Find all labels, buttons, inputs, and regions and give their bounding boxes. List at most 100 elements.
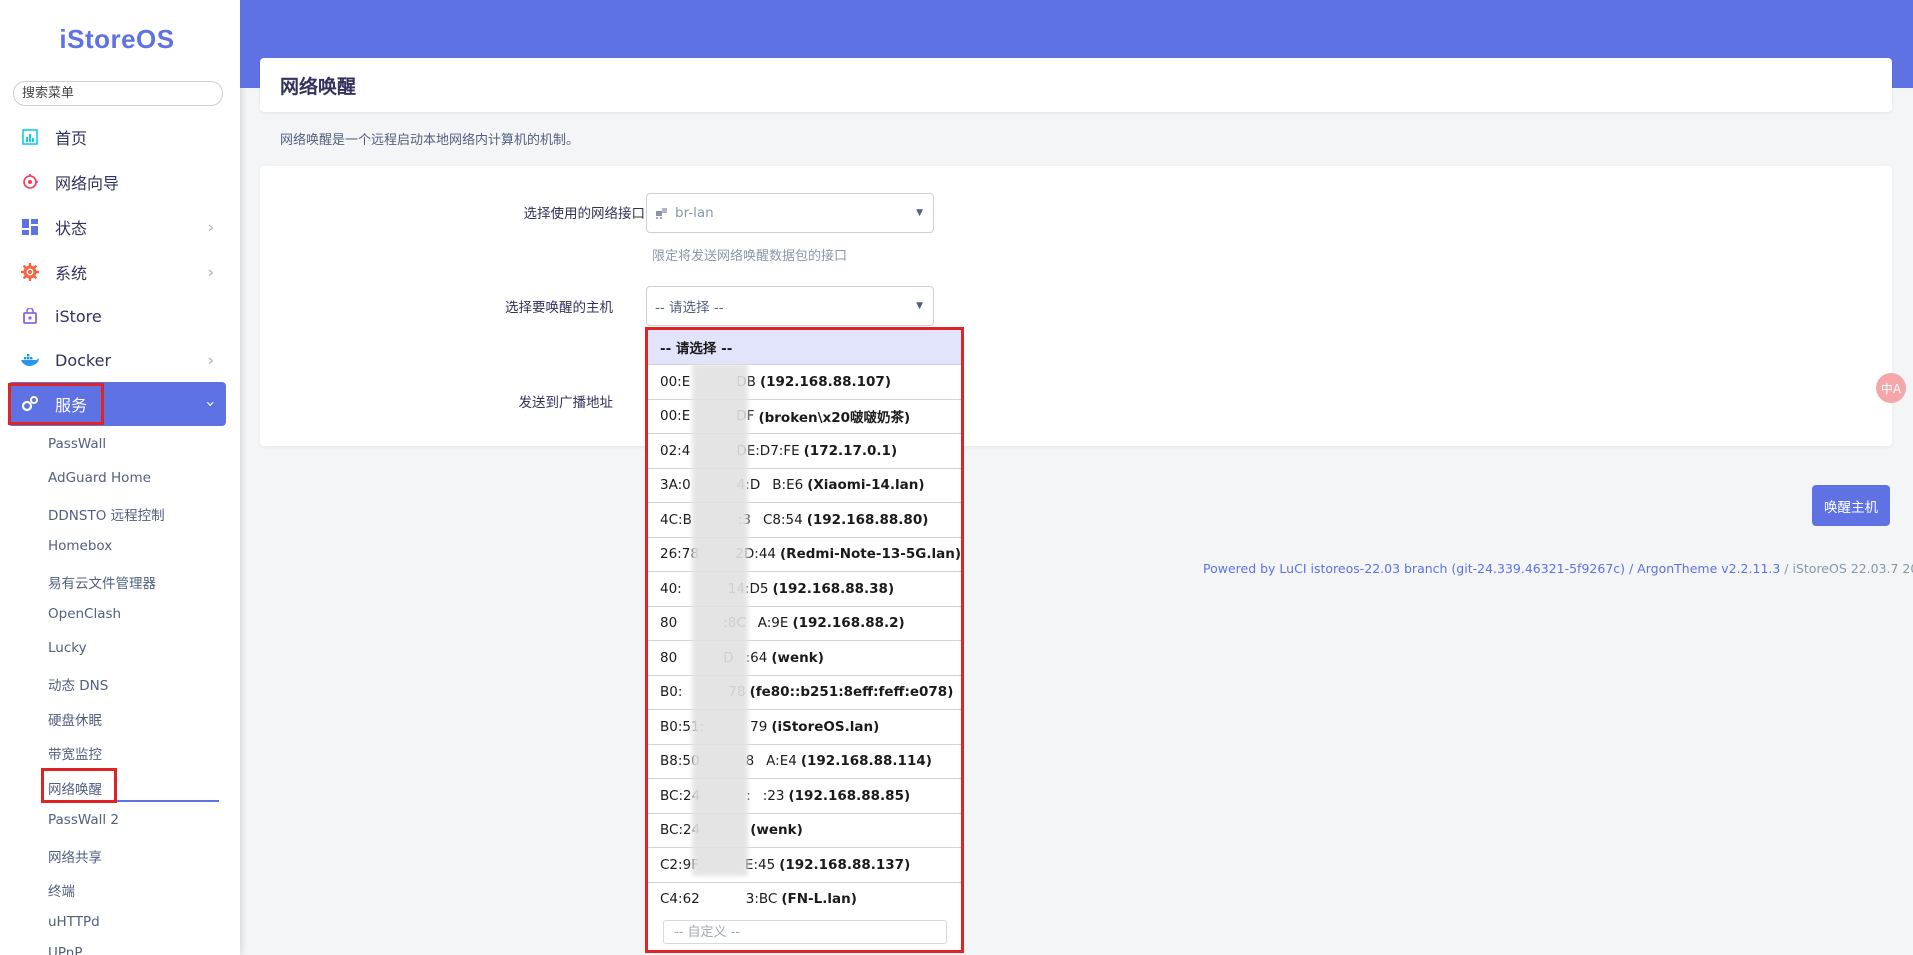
option-mac: 02:4 (660, 442, 691, 459)
custom-host-input[interactable] (663, 920, 947, 944)
nav-item-istore[interactable]: iStore (8, 294, 226, 338)
option-host: (192.168.88.2) (792, 615, 905, 632)
interface-label: 选择使用的网络接口 (523, 206, 646, 222)
interface-select-value: br-lan (675, 205, 714, 221)
option-mac-tail: B:E6 (772, 477, 804, 494)
sub-item-uhttpd[interactable]: uHTTPd (48, 914, 100, 930)
page-title: 网络唤醒 (280, 76, 357, 98)
sub-item-upnp[interactable]: UPnP (48, 945, 82, 955)
option-mac-tail: :64 (745, 649, 768, 666)
option-mac: 40: (660, 580, 682, 597)
option-mac: 80 (660, 615, 678, 632)
network-icon (655, 206, 669, 220)
option-host: (172.17.0.1) (803, 442, 898, 459)
option-mac: 4C:B (660, 511, 692, 528)
nav-item-home[interactable]: 首页 (8, 115, 226, 159)
store-bag-icon (20, 306, 40, 326)
broadcast-label: 发送到广播地址 (518, 395, 614, 411)
sidebar: iStoreOS 首页 网络向导 状态 › 系统 › iStore (0, 0, 240, 955)
nav-label-services: 服务 (55, 396, 88, 415)
option-host: (192.168.88.85) (788, 787, 911, 804)
wake-host-button[interactable]: 唤醒主机 (1812, 485, 1890, 526)
nav-item-services[interactable]: 服务 › (8, 382, 226, 426)
services-gears-icon (20, 394, 40, 414)
option-host: (192.168.88.114) (800, 753, 932, 770)
page-description: 网络唤醒是一个远程启动本地网络内计算机的机制。 (280, 133, 580, 148)
host-select[interactable]: -- 请选择 -- ▼ (646, 286, 934, 326)
sub-item-wol[interactable]: 网络唤醒 (48, 778, 102, 798)
nav-item-status[interactable]: 状态 › (8, 205, 226, 249)
option-mac-tail: C8:54 (762, 511, 803, 528)
nav-label-status: 状态 (55, 219, 88, 238)
menu-search-input[interactable] (13, 81, 223, 106)
option-mac-tail: A:9E (757, 615, 789, 632)
sub-item-adguard[interactable]: AdGuard Home (48, 470, 151, 486)
sub-item-hd-idle[interactable]: 硬盘休眠 (48, 709, 102, 729)
grid-icon (20, 217, 40, 237)
dropdown-arrow-icon: ▼ (916, 208, 923, 218)
option-host: (192.168.88.107) (759, 373, 891, 390)
option-mac: 00:E (660, 373, 691, 390)
dropdown-option[interactable]: C4:62 3:BC (FN-L.lan) (648, 881, 961, 917)
nav-item-wizard[interactable]: 网络向导 (8, 160, 226, 204)
nav-item-system[interactable]: 系统 › (8, 250, 226, 294)
nav-item-docker[interactable]: Docker › (8, 338, 226, 382)
wizard-icon (20, 172, 40, 192)
nav-label-system: 系统 (55, 264, 88, 283)
active-sub-underline (44, 800, 219, 802)
sub-item-passwall2[interactable]: PassWall 2 (48, 812, 119, 828)
option-mac-tail: A:E4 (766, 753, 797, 770)
nav-label-istore: iStore (55, 306, 102, 326)
gear-icon (20, 262, 40, 282)
sub-item-linkease[interactable]: 易有云文件管理器 (48, 572, 156, 592)
footer: Powered by LuCI istoreos-22.03 branch (g… (1203, 561, 1913, 576)
option-mac-suffix: 3:BC (745, 891, 778, 908)
option-host: (192.168.88.137) (779, 856, 911, 873)
option-mac-suffix: E:45 (744, 856, 776, 873)
option-mac: B0: (660, 684, 683, 701)
option-host: (Redmi-Note-13-5G.lan) (780, 546, 961, 563)
sub-item-homebox[interactable]: Homebox (48, 538, 112, 554)
sub-item-openclash[interactable]: OpenClash (48, 606, 121, 622)
nav-label-home: 首页 (55, 129, 88, 148)
interface-select[interactable]: br-lan ▼ (646, 193, 934, 233)
translate-icon[interactable]: 中A (1876, 373, 1906, 403)
sub-item-lucky[interactable]: Lucky (48, 640, 87, 656)
title-card: 网络唤醒 (260, 58, 1892, 112)
dashboard-icon (20, 127, 40, 147)
option-host: (wenk) (771, 649, 824, 666)
host-dropdown-list[interactable]: -- 请选择 -- 00:EDB(192.168.88.107)00:EDF(b… (645, 327, 964, 953)
privacy-blur (692, 364, 748, 876)
chevron-right-icon: › (207, 262, 214, 282)
brand-logo[interactable]: iStoreOS (0, 24, 234, 55)
chevron-down-icon: › (201, 400, 221, 408)
sub-item-nfs[interactable]: 网络共享 (48, 846, 102, 866)
dropdown-arrow-icon: ▼ (916, 301, 923, 311)
sub-item-ddns[interactable]: 动态 DNS (48, 674, 108, 694)
option-host: (FN-L.lan) (781, 891, 857, 908)
option-host: (iStoreOS.lan) (771, 718, 880, 735)
footer-link[interactable]: Powered by LuCI istoreos-22.03 branch (g… (1203, 561, 1780, 576)
chevron-right-icon: › (207, 217, 214, 237)
host-label: 选择要唤醒的主机 (505, 300, 613, 316)
sub-item-terminal[interactable]: 终端 (48, 880, 75, 900)
nav-label-wizard: 网络向导 (55, 174, 120, 193)
option-mac: 00:E (660, 408, 691, 425)
nav-label-docker: Docker (55, 350, 112, 370)
sub-item-passwall[interactable]: PassWall (48, 436, 106, 452)
option-mac: 80 (660, 649, 678, 666)
chevron-right-icon: › (207, 350, 214, 370)
option-host: (broken\x20啵啵奶茶) (758, 410, 911, 427)
footer-version: / iStoreOS 22.03.7 2025040711 (1784, 561, 1913, 576)
option-host: (192.168.88.38) (772, 580, 895, 597)
option-mac-tail: :23 (762, 787, 785, 804)
option-mac: 3A:0 (660, 477, 691, 494)
option-mac-suffix: 79 (750, 718, 768, 735)
sub-item-ddnsto[interactable]: DDNSTO 远程控制 (48, 504, 165, 524)
option-host: (fe80::b251:8eff:feff:e078) (749, 684, 954, 701)
dropdown-option-placeholder[interactable]: -- 请选择 -- (648, 330, 961, 364)
option-host: (Xiaomi-14.lan) (807, 477, 925, 494)
docker-icon (20, 350, 40, 370)
option-host: (192.168.88.80) (806, 511, 929, 528)
sub-item-bandwidth[interactable]: 带宽监控 (48, 743, 102, 763)
